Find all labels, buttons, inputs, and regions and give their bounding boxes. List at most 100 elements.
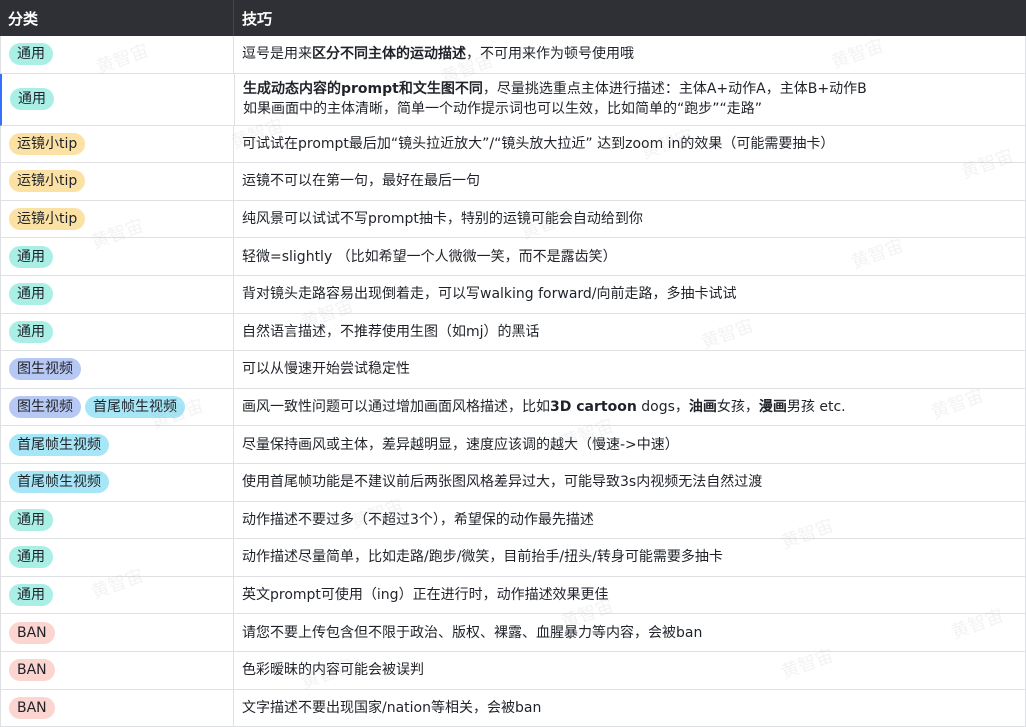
tip-cell: 使用首尾帧功能是不建议前后两张图风格差异过大，可能导致3s内视频无法自然过渡 [234, 464, 1025, 501]
tip-text: 尽量保持画风或主体，差异越明显，速度应该调的越大（慢速->中速） [242, 437, 679, 453]
table-body: 通用逗号是用来区分不同主体的运动描述，不可用来作为顿号使用哦通用生成动态内容的p… [0, 36, 1026, 727]
tip-text: 背对镜头走路容易出现倒着走，可以写walking forward/向前走路，多抽… [242, 286, 737, 302]
tip-cell: 生成动态内容的prompt和文生图不同，尽量挑选重点主体进行描述：主体A+动作A… [235, 74, 1025, 125]
tip-line: 轻微=slightly （比如希望一个人微微一笑，而不是露齿笑） [242, 247, 1025, 267]
category-cell: BAN [1, 614, 234, 651]
category-tag: BAN [9, 622, 55, 644]
tip-text: 英文prompt可使用（ing）正在进行时，动作描述效果更佳 [242, 587, 609, 603]
category-cell: 运镜小tip [1, 126, 234, 163]
tip-line: 生成动态内容的prompt和文生图不同，尽量挑选重点主体进行描述：主体A+动作A… [243, 79, 1025, 99]
category-cell: 通用 [1, 36, 234, 73]
category-tag: 首尾帧生视频 [9, 434, 109, 456]
header-category: 分类 [0, 0, 233, 36]
tip-text: 请您不要上传包含但不限于政治、版权、裸露、血腥暴力等内容，会被ban [242, 625, 702, 641]
tip-line: 英文prompt可使用（ing）正在进行时，动作描述效果更佳 [242, 585, 1025, 605]
tip-text: 可以从慢速开始尝试稳定性 [242, 361, 410, 377]
tip-text-bold: 3D cartoon [550, 399, 637, 415]
tip-text: 使用首尾帧功能是不建议前后两张图风格差异过大，可能导致3s内视频无法自然过渡 [242, 474, 762, 490]
table-row: 通用 动作描述不要过多（不超过3个），希望保的动作最先描述 [1, 502, 1025, 540]
tip-cell: 动作描述尽量简单，比如走路/跑步/微笑，目前抬手/扭头/转身可能需要多抽卡 [234, 539, 1025, 576]
category-tag: BAN [9, 697, 55, 719]
table-row: BAN 色彩暧昧的内容可能会被误判 [1, 652, 1025, 690]
table-row: 运镜小tip 纯风景可以试试不写prompt抽卡，特别的运镜可能会自动给到你 [1, 201, 1025, 239]
table-row: 通用 背对镜头走路容易出现倒着走，可以写walking forward/向前走路，… [1, 276, 1025, 314]
tip-line: 背对镜头走路容易出现倒着走，可以写walking forward/向前走路，多抽… [242, 284, 1025, 304]
category-cell: 首尾帧生视频 [1, 426, 234, 463]
category-tag: 通用 [9, 509, 53, 531]
category-cell: 运镜小tip [1, 163, 234, 200]
tip-text: 动作描述尽量简单，比如走路/跑步/微笑，目前抬手/扭头/转身可能需要多抽卡 [242, 549, 723, 565]
category-cell: 首尾帧生视频 [1, 464, 234, 501]
tip-line: 画风一致性问题可以通过增加画面风格描述，比如3D cartoon dogs，油画… [242, 397, 1025, 417]
tip-text: 女孩， [717, 399, 759, 415]
tip-cell: 请您不要上传包含但不限于政治、版权、裸露、血腥暴力等内容，会被ban [234, 614, 1025, 651]
table-row: 首尾帧生视频 使用首尾帧功能是不建议前后两张图风格差异过大，可能导致3s内视频无法… [1, 464, 1025, 502]
tip-text: 逗号是用来 [242, 46, 312, 62]
tip-cell: 尽量保持画风或主体，差异越明显，速度应该调的越大（慢速->中速） [234, 426, 1025, 463]
table-row: 图生视频首尾帧生视频画风一致性问题可以通过增加画面风格描述，比如3D carto… [1, 389, 1025, 427]
table-row: 通用 自然语言描述，不推荐使用生图（如mj）的黑话 [1, 314, 1025, 352]
tip-cell: 逗号是用来区分不同主体的运动描述，不可用来作为顿号使用哦 [234, 36, 1025, 73]
category-tag: 通用 [9, 43, 53, 65]
table-row: BAN 文字描述不要出现国家/nation等相关，会被ban [1, 690, 1025, 727]
category-cell: 通用 [1, 276, 234, 313]
table-row: 运镜小tip 运镜不可以在第一句，最好在最后一句 [1, 163, 1025, 201]
tip-cell: 自然语言描述，不推荐使用生图（如mj）的黑话 [234, 314, 1025, 351]
tip-text-bold: 油画 [689, 399, 717, 415]
tip-text-bold: 生成动态内容的prompt和文生图不同 [243, 81, 483, 97]
tip-text: 纯风景可以试试不写prompt抽卡，特别的运镜可能会自动给到你 [242, 211, 643, 227]
tip-text: 轻微=slightly （比如希望一个人微微一笑，而不是露齿笑） [242, 249, 617, 265]
category-tag: 通用 [9, 546, 53, 568]
tip-line: 可试试在prompt最后加“镜头拉近放大”/“镜头放大拉近” 达到zoom in… [242, 134, 1025, 154]
tip-text: ，不可用来作为顿号使用哦 [466, 46, 634, 62]
tip-line: 纯风景可以试试不写prompt抽卡，特别的运镜可能会自动给到你 [242, 209, 1025, 229]
header-tip: 技巧 [233, 0, 1026, 36]
category-cell: 通用 [1, 314, 234, 351]
tip-line: 可以从慢速开始尝试稳定性 [242, 359, 1025, 379]
category-cell: BAN [1, 652, 234, 689]
tip-cell: 色彩暧昧的内容可能会被误判 [234, 652, 1025, 689]
category-cell: 通用 [1, 539, 234, 576]
tip-text: 男孩 etc. [787, 399, 846, 415]
table-row: 通用 生成动态内容的prompt和文生图不同，尽量挑选重点主体进行描述：主体A+动… [0, 74, 1025, 126]
category-cell: 通用 [1, 502, 234, 539]
table-row: 通用英文prompt可使用（ing）正在进行时，动作描述效果更佳 [1, 577, 1025, 615]
category-tag: 运镜小tip [9, 133, 85, 155]
table-row: 图生视频 可以从慢速开始尝试稳定性 [1, 351, 1025, 389]
table-row: 通用 动作描述尽量简单，比如走路/跑步/微笑，目前抬手/扭头/转身可能需要多抽卡 [1, 539, 1025, 577]
category-cell: 图生视频 [1, 351, 234, 388]
tip-cell: 画风一致性问题可以通过增加画面风格描述，比如3D cartoon dogs，油画… [234, 389, 1025, 426]
tip-text: 动作描述不要过多（不超过3个），希望保的动作最先描述 [242, 512, 594, 528]
category-tag: BAN [9, 659, 55, 681]
tip-cell: 英文prompt可使用（ing）正在进行时，动作描述效果更佳 [234, 577, 1025, 614]
table-row: 首尾帧生视频 尽量保持画风或主体，差异越明显，速度应该调的越大（慢速->中速） [1, 426, 1025, 464]
tip-line: 逗号是用来区分不同主体的运动描述，不可用来作为顿号使用哦 [242, 44, 1025, 64]
tip-line: 动作描述不要过多（不超过3个），希望保的动作最先描述 [242, 510, 1025, 530]
tip-text-bold: 漫画 [759, 399, 787, 415]
category-tag: 运镜小tip [9, 170, 85, 192]
category-tag: 通用 [9, 321, 53, 343]
tip-cell: 背对镜头走路容易出现倒着走，可以写walking forward/向前走路，多抽… [234, 276, 1025, 313]
table-row: 通用 逗号是用来区分不同主体的运动描述，不可用来作为顿号使用哦 [1, 36, 1025, 74]
category-cell: 通用 [2, 74, 235, 125]
tip-text: 可试试在prompt最后加“镜头拉近放大”/“镜头放大拉近” 达到zoom in… [242, 136, 834, 152]
tip-text-bold: 区分不同主体的运动描述 [312, 46, 466, 62]
tip-cell: 可以从慢速开始尝试稳定性 [234, 351, 1025, 388]
tip-text: 运镜不可以在第一句，最好在最后一句 [242, 173, 480, 189]
category-tag: 通用 [10, 88, 54, 110]
tip-text: ，尽量挑选重点主体进行描述：主体A+动作A，主体B+动作B [483, 81, 867, 97]
category-tag: 图生视频 [9, 396, 81, 418]
category-tag: 图生视频 [9, 358, 81, 380]
table-row: BAN 请您不要上传包含但不限于政治、版权、裸露、血腥暴力等内容，会被ban [1, 614, 1025, 652]
tip-cell: 轻微=slightly （比如希望一个人微微一笑，而不是露齿笑） [234, 238, 1025, 275]
tip-text: 文字描述不要出现国家/nation等相关，会被ban [242, 700, 541, 716]
table-header: 分类 技巧 [0, 0, 1026, 36]
tip-cell: 文字描述不要出现国家/nation等相关，会被ban [234, 690, 1025, 727]
tip-line: 请您不要上传包含但不限于政治、版权、裸露、血腥暴力等内容，会被ban [242, 623, 1025, 643]
tip-text: 色彩暧昧的内容可能会被误判 [242, 662, 424, 678]
category-tag: 通用 [9, 283, 53, 305]
tip-line: 自然语言描述，不推荐使用生图（如mj）的黑话 [242, 322, 1025, 342]
category-tag: 首尾帧生视频 [9, 471, 109, 493]
category-cell: 运镜小tip [1, 201, 234, 238]
tip-line: 文字描述不要出现国家/nation等相关，会被ban [242, 698, 1025, 718]
